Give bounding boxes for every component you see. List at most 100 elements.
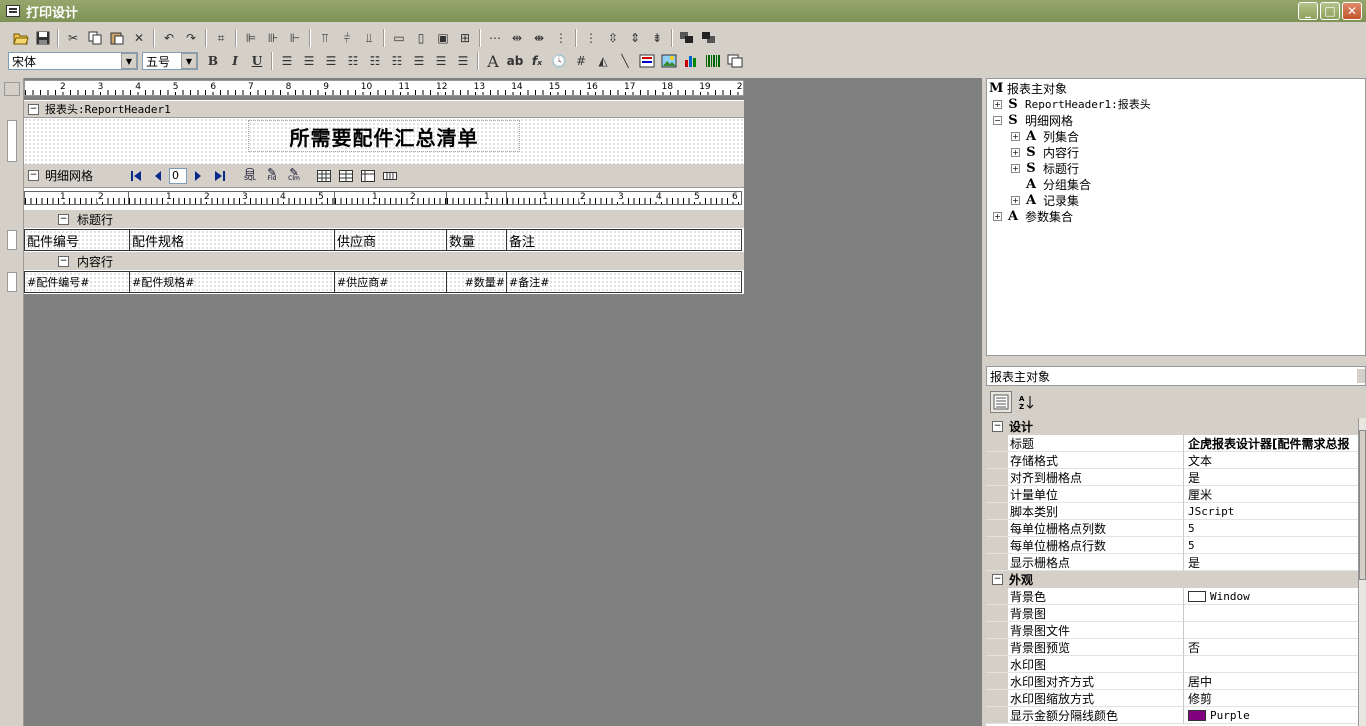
collapse-icon[interactable]: − bbox=[58, 213, 69, 225]
property-row[interactable]: 背景图预览否 bbox=[986, 639, 1358, 656]
summary-box-tool[interactable]: fₓ bbox=[526, 51, 548, 71]
title-cell[interactable]: 配件规格 bbox=[130, 230, 335, 250]
text-align-left-icon[interactable]: ☰ bbox=[276, 51, 298, 71]
open-icon[interactable] bbox=[10, 28, 32, 48]
redo-icon[interactable]: ↷ bbox=[180, 28, 202, 48]
undo-icon[interactable]: ↶ bbox=[158, 28, 180, 48]
close-button[interactable]: ✕ bbox=[1342, 2, 1362, 20]
h-spacing-equal-icon[interactable]: ⋯ bbox=[484, 28, 506, 48]
object-tree[interactable]: M 报表主对象 + S ReportHeader1:报表头 − S 明细网格 +… bbox=[986, 78, 1366, 356]
property-value[interactable]: Window bbox=[1184, 588, 1358, 605]
field-box-tool[interactable]: ab bbox=[504, 51, 526, 71]
grid-layout-4-icon[interactable] bbox=[379, 167, 401, 185]
expand-icon[interactable]: + bbox=[1011, 147, 1020, 157]
expand-icon[interactable]: + bbox=[1011, 131, 1020, 141]
first-record-icon[interactable] bbox=[125, 167, 147, 185]
grid-layout-1-icon[interactable] bbox=[313, 167, 335, 185]
property-row[interactable]: 水印图 bbox=[986, 656, 1358, 673]
text-valign-bottom-icon[interactable]: ☷ bbox=[386, 51, 408, 71]
property-value[interactable] bbox=[1184, 605, 1358, 622]
align-grid-icon[interactable]: ⌗ bbox=[210, 28, 232, 48]
property-value[interactable] bbox=[1184, 622, 1358, 639]
collapse-icon[interactable]: − bbox=[993, 115, 1002, 125]
chevron-down-icon[interactable] bbox=[1357, 369, 1365, 383]
collapse-icon[interactable]: − bbox=[28, 103, 39, 115]
report-title-box[interactable]: 所需要配件汇总清单 bbox=[248, 120, 520, 152]
property-row[interactable]: 存储格式 文本 bbox=[986, 452, 1358, 469]
same-width-icon[interactable]: ▭ bbox=[388, 28, 410, 48]
alphabetical-sort-icon[interactable]: AZ bbox=[1016, 391, 1038, 413]
panel-splitter[interactable] bbox=[986, 358, 1366, 364]
last-record-icon[interactable] bbox=[209, 167, 231, 185]
collapse-icon[interactable]: − bbox=[58, 255, 69, 267]
underline-button[interactable]: U bbox=[246, 51, 268, 71]
expand-icon[interactable]: + bbox=[1011, 163, 1020, 173]
align-bottom-icon[interactable]: ⫫ bbox=[358, 28, 380, 48]
same-height-icon[interactable]: ▯ bbox=[410, 28, 432, 48]
content-cell[interactable]: #配件编号# bbox=[25, 272, 130, 292]
prev-record-icon[interactable] bbox=[147, 167, 169, 185]
paste-icon[interactable] bbox=[106, 28, 128, 48]
cut-icon[interactable]: ✂ bbox=[62, 28, 84, 48]
property-value[interactable]: 居中 bbox=[1184, 673, 1358, 690]
property-row[interactable]: 背景图文件 bbox=[986, 622, 1358, 639]
size-to-grid-icon[interactable]: ⊞ bbox=[454, 28, 476, 48]
v-spacing-equal-icon[interactable]: ⋮ bbox=[580, 28, 602, 48]
content-row-bar[interactable]: − 内容行 bbox=[24, 252, 744, 270]
property-row[interactable]: 标题 企虎报表设计器[配件需求总报 bbox=[986, 435, 1358, 452]
property-value[interactable]: 企虎报表设计器[配件需求总报 bbox=[1184, 435, 1358, 452]
content-cell[interactable]: #配件规格# bbox=[130, 272, 335, 292]
property-value[interactable]: 否 bbox=[1184, 639, 1358, 656]
shape-tool-icon[interactable]: ◭ bbox=[592, 51, 614, 71]
title-row[interactable]: 配件编号 配件规格 供应商 数量 备注 bbox=[24, 229, 742, 251]
barcode-tool-icon[interactable] bbox=[702, 51, 724, 71]
send-to-back-icon[interactable] bbox=[698, 28, 720, 48]
property-row[interactable]: 计量单位 厘米 bbox=[986, 486, 1358, 503]
subreport-tool-icon[interactable] bbox=[724, 51, 746, 71]
property-row[interactable]: 水印图缩放方式 修剪 bbox=[986, 690, 1358, 707]
categorized-icon[interactable] bbox=[990, 391, 1012, 413]
property-value[interactable] bbox=[1184, 656, 1358, 673]
tree-item[interactable]: − S 明细网格 bbox=[993, 112, 1073, 128]
font-name-select[interactable]: 宋体 ▼ bbox=[8, 52, 138, 70]
title-cell[interactable]: 供应商 bbox=[335, 230, 447, 250]
text-distribute-icon[interactable]: ☰ bbox=[452, 51, 474, 71]
tree-item[interactable]: + S 标题行 bbox=[1011, 160, 1079, 176]
align-middle-icon[interactable]: ⫩ bbox=[336, 28, 358, 48]
copy-icon[interactable] bbox=[84, 28, 106, 48]
expand-icon[interactable]: + bbox=[993, 99, 1002, 109]
line-tool-icon[interactable]: ╲ bbox=[614, 51, 636, 71]
static-text-tool[interactable]: A bbox=[482, 51, 504, 71]
page-number-icon[interactable]: # bbox=[570, 51, 592, 71]
property-row[interactable]: 背景图 bbox=[986, 605, 1358, 622]
v-spacing-increase-icon[interactable]: ⇳ bbox=[602, 28, 624, 48]
property-row[interactable]: 脚本类别 JScript bbox=[986, 503, 1358, 520]
v-spacing-decrease-icon[interactable]: ⇕ bbox=[624, 28, 646, 48]
tree-item[interactable]: + S 内容行 bbox=[1011, 144, 1079, 160]
tree-root[interactable]: M 报表主对象 bbox=[989, 80, 1067, 96]
minimize-button[interactable]: _ bbox=[1298, 2, 1318, 20]
sql-icon[interactable]: ⛁ SQL bbox=[239, 167, 261, 185]
collapse-icon[interactable]: − bbox=[992, 574, 1003, 585]
report-header-band-bar[interactable]: − 报表头:ReportHeader1 bbox=[24, 100, 744, 118]
grid-layout-2-icon[interactable] bbox=[335, 167, 357, 185]
tree-item[interactable]: + S ReportHeader1:报表头 bbox=[993, 96, 1151, 112]
font-size-select[interactable]: 五号 ▼ bbox=[142, 52, 198, 70]
property-grid[interactable]: − 设计 标题 企虎报表设计器[配件需求总报 存储格式 文本 对齐到栅格点是 计量单… bbox=[986, 418, 1358, 726]
h-spacing-increase-icon[interactable]: ⇹ bbox=[506, 28, 528, 48]
property-value[interactable]: JScript bbox=[1184, 503, 1358, 520]
property-row[interactable]: 显示栅格点是 bbox=[986, 554, 1358, 571]
bring-to-front-icon[interactable] bbox=[676, 28, 698, 48]
richtext-tool-icon[interactable] bbox=[636, 51, 658, 71]
report-header-area[interactable]: 所需要配件汇总清单 bbox=[24, 118, 744, 164]
property-row[interactable]: 水印图对齐方式 居中 bbox=[986, 673, 1358, 690]
record-index-input[interactable]: 0 bbox=[169, 167, 187, 184]
align-left-icon[interactable]: ⊫ bbox=[240, 28, 262, 48]
tree-item[interactable]: + A 记录集 bbox=[1011, 192, 1079, 208]
title-row-bar[interactable]: − 标题行 bbox=[24, 210, 744, 228]
property-value[interactable]: 是 bbox=[1184, 554, 1358, 571]
title-cell[interactable]: 备注 bbox=[507, 230, 741, 250]
content-row[interactable]: #配件编号# #配件规格# #供应商# #数量# #备注# bbox=[24, 271, 742, 293]
delete-icon[interactable]: ✕ bbox=[128, 28, 150, 48]
clock-icon[interactable]: 🕓 bbox=[548, 51, 570, 71]
